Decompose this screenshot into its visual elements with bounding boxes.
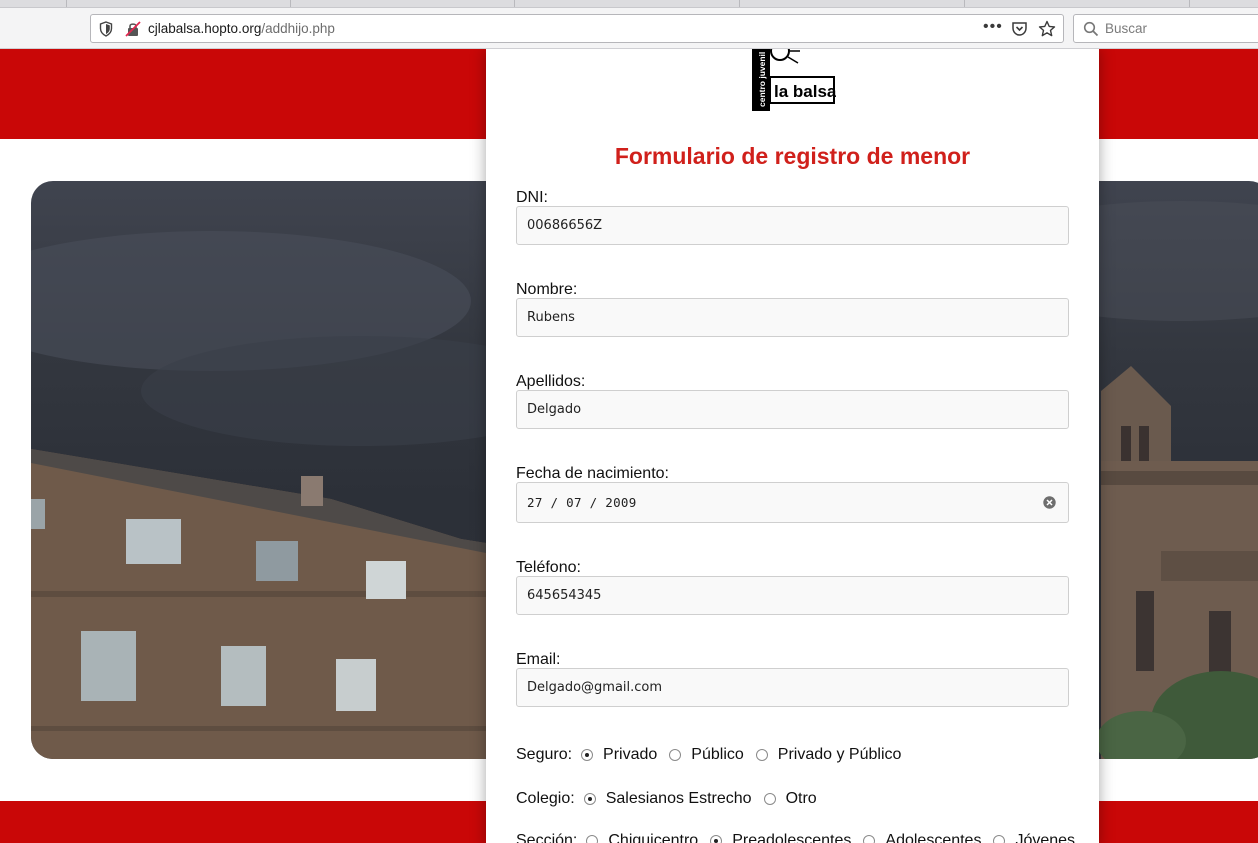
seccion-adolescentes-label[interactable]: Adolescentes: [885, 832, 981, 843]
url-path: /addhijo.php: [261, 21, 335, 36]
tab-separator: [66, 0, 67, 7]
colegio-salesianos-radio[interactable]: [583, 793, 596, 805]
seccion-jovenes-label[interactable]: Jóvenes: [1015, 832, 1075, 843]
colegio-otro-label[interactable]: Otro: [786, 790, 817, 808]
dni-label: DNI:: [516, 189, 548, 206]
seccion-chiquicentro-label[interactable]: Chiquicentro: [608, 832, 698, 843]
email-input[interactable]: Delgado@gmail.com: [516, 668, 1069, 707]
browser-toolbar: cjlabalsa.hopto.org/addhijo.php ••• Busc…: [0, 8, 1258, 49]
fecha-label: Fecha de nacimiento:: [516, 465, 669, 482]
email-label: Email:: [516, 651, 561, 668]
seccion-chiquicentro-radio[interactable]: [586, 835, 599, 843]
apellidos-input[interactable]: Delgado: [516, 390, 1069, 429]
tab-separator: [1189, 0, 1190, 7]
pocket-icon[interactable]: [1011, 21, 1028, 37]
seguro-privado-publico-label[interactable]: Privado y Público: [778, 746, 902, 764]
seccion-radio-group: Sección: Chiquicentro Preadolescentes Ad…: [516, 832, 1087, 843]
tab-separator: [739, 0, 740, 7]
fecha-nacimiento-input[interactable]: 27 / 07 / 2009: [516, 482, 1069, 523]
seguro-radio-group: Seguro: Privado Público Privado y Públic…: [516, 746, 913, 764]
page-actions-menu[interactable]: •••: [983, 18, 1003, 36]
seguro-privado-radio[interactable]: [581, 749, 594, 761]
nombre-input[interactable]: Rubens: [516, 298, 1069, 337]
search-bar[interactable]: Buscar: [1073, 14, 1258, 43]
url-host: cjlabalsa.hopto.org: [148, 21, 262, 36]
telefono-input[interactable]: 645654345: [516, 576, 1069, 615]
colegio-salesianos-label[interactable]: Salesianos Estrecho: [606, 790, 752, 808]
seccion-adolescentes-radio[interactable]: [863, 835, 876, 843]
telefono-label: Teléfono:: [516, 559, 581, 576]
search-placeholder: Buscar: [1105, 21, 1148, 36]
seguro-publico-label[interactable]: Público: [691, 746, 743, 764]
url-text[interactable]: cjlabalsa.hopto.org/addhijo.php: [148, 21, 335, 36]
page-content: la balsa centro juvenil Formulario de re…: [0, 49, 1258, 843]
dni-value: 00686656Z: [527, 218, 603, 233]
nombre-label: Nombre:: [516, 281, 578, 298]
tab-strip: [0, 0, 1258, 8]
tab-separator: [514, 0, 515, 7]
telefono-value: 645654345: [527, 588, 602, 603]
nombre-value: Rubens: [527, 310, 575, 325]
apellidos-value: Delgado: [527, 402, 582, 417]
seccion-jovenes-radio[interactable]: [993, 835, 1006, 843]
logo-side-text: centro juvenil: [757, 52, 767, 107]
logo-text: la balsa: [774, 82, 836, 101]
seguro-privado-publico-radio[interactable]: [755, 749, 768, 761]
colegio-otro-radio[interactable]: [763, 793, 776, 805]
bookmark-star-icon[interactable]: [1038, 20, 1056, 38]
clear-date-icon[interactable]: [1043, 496, 1056, 509]
address-bar[interactable]: cjlabalsa.hopto.org/addhijo.php •••: [90, 14, 1064, 43]
email-value: Delgado@gmail.com: [527, 680, 663, 695]
form-title: Formulario de registro de menor: [614, 143, 971, 169]
fecha-value: 27 / 07 / 2009: [527, 495, 637, 510]
form-card: la balsa centro juvenil Formulario de re…: [486, 49, 1099, 843]
seccion-preadolescentes-radio[interactable]: [710, 835, 723, 843]
seccion-label: Sección:: [516, 832, 578, 843]
seguro-label: Seguro:: [516, 746, 573, 763]
tab-separator: [964, 0, 965, 7]
dni-input[interactable]: 00686656Z: [516, 206, 1069, 245]
apellidos-label: Apellidos:: [516, 373, 586, 390]
la-balsa-logo: la balsa centro juvenil: [752, 49, 836, 111]
seccion-preadolescentes-label[interactable]: Preadolescentes: [732, 832, 851, 843]
tab-separator: [290, 0, 291, 7]
colegio-radio-group: Colegio: Salesianos Estrecho Otro: [516, 790, 829, 808]
colegio-label: Colegio:: [516, 790, 575, 807]
insecure-lock-icon[interactable]: [125, 21, 141, 37]
seguro-publico-radio[interactable]: [669, 749, 682, 761]
search-icon: [1083, 21, 1099, 37]
seguro-privado-label[interactable]: Privado: [603, 746, 657, 764]
tracking-shield-icon[interactable]: [99, 21, 113, 37]
